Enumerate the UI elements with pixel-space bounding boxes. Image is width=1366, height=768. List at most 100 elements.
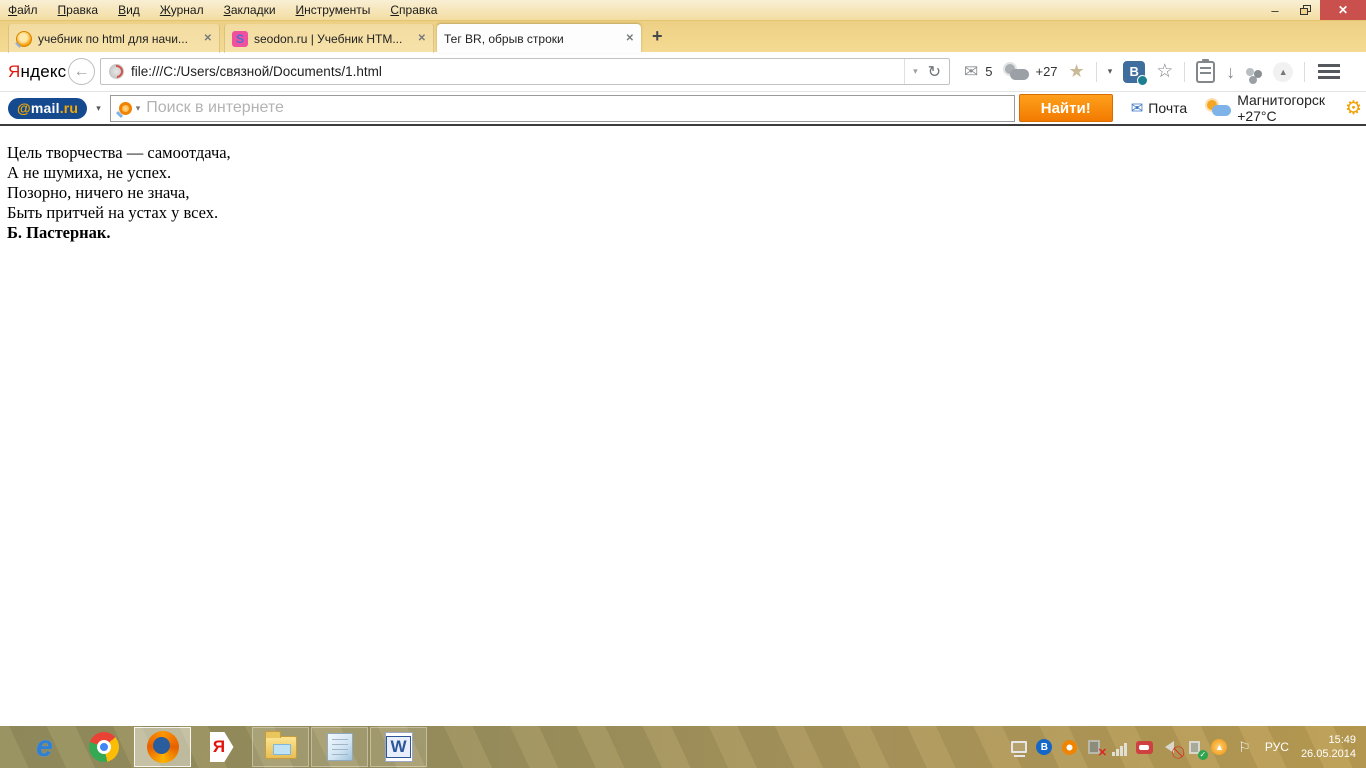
- url-text[interactable]: file:///C:/Users/связной/Documents/1.htm…: [131, 64, 904, 79]
- notepad-icon: [326, 733, 353, 761]
- car-app-tray-icon[interactable]: [1135, 739, 1153, 756]
- mailru-toolbar: @mail.ru ▾ ▾ Найти! ✉ Почта Магнитогорск…: [0, 92, 1366, 126]
- yandex-logo-ya: Я: [8, 61, 21, 81]
- address-bar-buttons: ▾ ↻: [904, 59, 949, 84]
- update-tray-icon[interactable]: ▲: [1211, 739, 1228, 756]
- sun-cloud-icon: [1205, 100, 1232, 116]
- browser-window: Файл Правка Вид Журнал Закладки Инструме…: [0, 0, 1366, 768]
- taskbar-file-explorer[interactable]: [252, 727, 309, 767]
- menu-bookmarks[interactable]: Закладки: [224, 3, 276, 17]
- download-arrow-icon[interactable]: ↓: [1226, 63, 1235, 81]
- navigation-toolbar: Яндекс ← file:///C:/Users/связной/Docume…: [0, 52, 1366, 92]
- page-content: Цель творчества — самоотдача, А не шумих…: [0, 126, 1366, 721]
- action-center-flag-icon[interactable]: ⚐: [1236, 739, 1253, 756]
- menu-help-accel: С: [390, 3, 400, 17]
- mail-label: Почта: [1148, 100, 1188, 116]
- usb-ok-tray-icon[interactable]: [1186, 739, 1203, 756]
- chrome-icon: [88, 732, 119, 762]
- gear-icon[interactable]: ⚙: [1345, 97, 1362, 120]
- separator: [1304, 61, 1306, 82]
- clock[interactable]: 15:49 26.05.2014: [1301, 733, 1356, 761]
- tab-uchebnik[interactable]: учебник по html для начи... ✕: [8, 24, 220, 53]
- weather-icon[interactable]: [1003, 63, 1030, 80]
- find-button[interactable]: Найти!: [1018, 94, 1113, 122]
- menu-view-accel: В: [118, 3, 127, 17]
- internet-explorer-icon: e: [36, 730, 53, 763]
- reload-icon[interactable]: ↻: [928, 62, 941, 82]
- taskbar-firefox-active[interactable]: [134, 727, 191, 767]
- mail-notification-icon[interactable]: ✉: [964, 62, 978, 82]
- bluetooth-tray-icon[interactable]: B: [1036, 739, 1053, 756]
- vk-extension-icon[interactable]: B: [1123, 60, 1149, 86]
- taskbar-chrome[interactable]: [75, 727, 132, 767]
- taskbar-notepad[interactable]: [311, 727, 368, 767]
- mailru-logo-at: @: [17, 99, 31, 116]
- search-engine-dropdown-icon[interactable]: ▾: [136, 103, 141, 114]
- usb-disconnected-tray-icon[interactable]: [1086, 739, 1103, 756]
- bookmark-dropdown-icon[interactable]: ▾: [1108, 66, 1113, 77]
- menu-view-label: ид: [126, 3, 140, 17]
- yandex-logo[interactable]: Яндекс: [8, 61, 67, 82]
- search-input[interactable]: [146, 99, 1014, 117]
- bookmark-star-icon[interactable]: ★: [1069, 61, 1085, 82]
- network-signal-tray-icon[interactable]: [1111, 739, 1128, 756]
- file-explorer-icon: [264, 730, 297, 759]
- display-tray-icon[interactable]: [1011, 739, 1028, 756]
- language-indicator[interactable]: РУС: [1265, 740, 1289, 754]
- tab-title: учебник по html для начи...: [38, 31, 188, 46]
- poem-line: А не шумиха, не успех.: [7, 163, 172, 182]
- menu-history-label: урнал: [170, 3, 204, 17]
- menu-tools-label: нструменты: [304, 3, 371, 17]
- yandex-browser-icon: Я: [209, 732, 234, 762]
- taskbar-word[interactable]: W: [370, 727, 427, 767]
- tab-title: Тег BR, обрыв строки: [444, 31, 564, 46]
- menu-edit-accel: П: [57, 3, 67, 17]
- menu-file[interactable]: Файл: [8, 3, 38, 17]
- menu-tools-accel: И: [295, 3, 305, 17]
- mailru-logo[interactable]: @mail.ru: [8, 97, 88, 119]
- addons-dots-icon[interactable]: [1246, 67, 1255, 76]
- menu-help[interactable]: Справка: [390, 3, 437, 17]
- tab-close-icon[interactable]: ✕: [418, 33, 426, 44]
- chevron-up-icon[interactable]: ▲: [1273, 61, 1294, 82]
- hamburger-menu-icon[interactable]: [1318, 64, 1341, 79]
- tab-seodon[interactable]: S seodon.ru | Учебник HTM... ✕: [224, 24, 434, 53]
- star-outline-icon[interactable]: ☆: [1156, 60, 1173, 83]
- minimize-button[interactable]: –: [1260, 0, 1290, 20]
- window-controls: – ✕: [1260, 0, 1366, 20]
- word-letter: W: [386, 735, 411, 759]
- mailru-dropdown-icon[interactable]: ▾: [96, 103, 101, 114]
- close-button[interactable]: ✕: [1320, 0, 1366, 20]
- magnifier-favicon-icon: [16, 30, 32, 47]
- poem-line: Быть притчей на устах у всех.: [7, 203, 219, 222]
- yandex-logo-rest: ндекс: [20, 61, 67, 81]
- clipboard-icon[interactable]: [1196, 58, 1216, 83]
- search-magnifier-icon[interactable]: [118, 101, 132, 115]
- tab-close-icon[interactable]: ✕: [204, 33, 212, 44]
- word-icon: W: [384, 732, 413, 762]
- orange-app-tray-icon[interactable]: [1061, 739, 1078, 756]
- system-tray: B ▲ ⚐ РУС 15:49 26.05.2014: [1011, 733, 1366, 761]
- tab-teg-br-active[interactable]: Тег BR, обрыв строки ✕: [437, 24, 641, 53]
- city-weather-widget[interactable]: Магнитогорск +27°C: [1205, 92, 1325, 124]
- page-favicon-icon: [109, 64, 124, 79]
- poem-author: Б. Пастернак.: [7, 223, 111, 242]
- menu-edit[interactable]: Правка: [58, 3, 99, 17]
- taskbar-yandex-browser[interactable]: Я: [193, 727, 250, 767]
- seodon-favicon-icon: S: [232, 30, 248, 47]
- restore-button[interactable]: [1290, 0, 1320, 20]
- tab-close-icon[interactable]: ✕: [626, 33, 634, 44]
- new-tab-button[interactable]: +: [652, 26, 663, 47]
- address-bar[interactable]: file:///C:/Users/связной/Documents/1.htm…: [100, 58, 950, 85]
- url-dropdown-icon[interactable]: ▾: [913, 66, 918, 77]
- menu-view[interactable]: Вид: [118, 3, 140, 17]
- taskbar-internet-explorer[interactable]: e: [16, 727, 73, 767]
- back-button[interactable]: ←: [68, 58, 95, 85]
- menu-file-accel: Ф: [8, 3, 18, 17]
- menu-history[interactable]: Журнал: [160, 3, 204, 17]
- clock-date: 26.05.2014: [1300, 748, 1356, 760]
- volume-muted-tray-icon[interactable]: [1161, 739, 1178, 756]
- mailru-mail-link[interactable]: ✉ Почта: [1131, 99, 1187, 117]
- search-box: ▾: [109, 94, 1015, 122]
- menu-tools[interactable]: Инструменты: [296, 3, 371, 17]
